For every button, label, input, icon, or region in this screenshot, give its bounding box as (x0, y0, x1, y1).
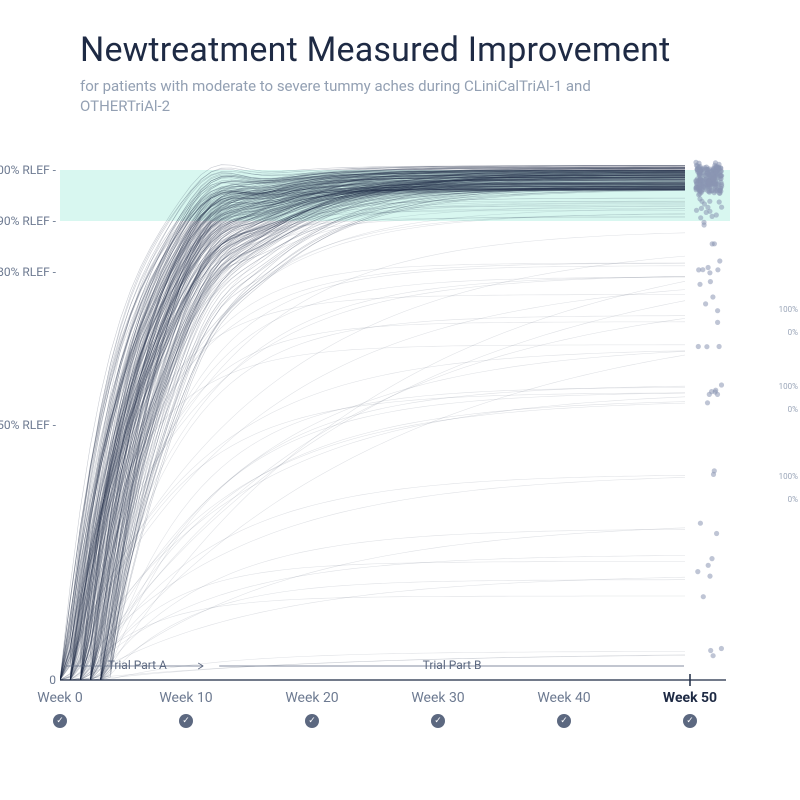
y-tick-90: 90% RLEF - (0, 214, 56, 228)
mini-axis-label: 100% (768, 305, 798, 314)
checkmark-icon: ✓ (431, 714, 445, 728)
mini-axis-label: 0% (768, 405, 798, 414)
mini-axis-label: 100% (768, 382, 798, 391)
checkmark-icon: ✓ (683, 714, 697, 728)
chart-area: 0 50% RLEF - 80% RLEF - 90% RLEF - 00% R… (0, 150, 800, 780)
chart-title: Newtreatment Measured Improvement (80, 30, 800, 70)
checkmark-icon: ✓ (53, 714, 67, 728)
mini-axis-label: 100% (768, 472, 798, 481)
y-tick-50: 50% RLEF - (0, 418, 56, 432)
mini-axis-label: 0% (768, 495, 798, 504)
plot (60, 150, 730, 710)
phase-a-label: Trial Part A (108, 658, 167, 672)
y-tick-80: 80% RLEF - (0, 265, 56, 279)
endpoint-dots-layer (60, 150, 730, 710)
chart-subtitle: for patients with moderate to severe tum… (80, 76, 600, 117)
mini-axis-label: 0% (768, 328, 798, 337)
y-tick-0: 0 (0, 673, 56, 687)
checkmark-icon: ✓ (557, 714, 571, 728)
phase-b-label: Trial Part B (423, 658, 482, 672)
y-tick-100: 00% RLEF - (0, 163, 56, 177)
checkmark-icon: ✓ (305, 714, 319, 728)
checkmark-icon: ✓ (179, 714, 193, 728)
